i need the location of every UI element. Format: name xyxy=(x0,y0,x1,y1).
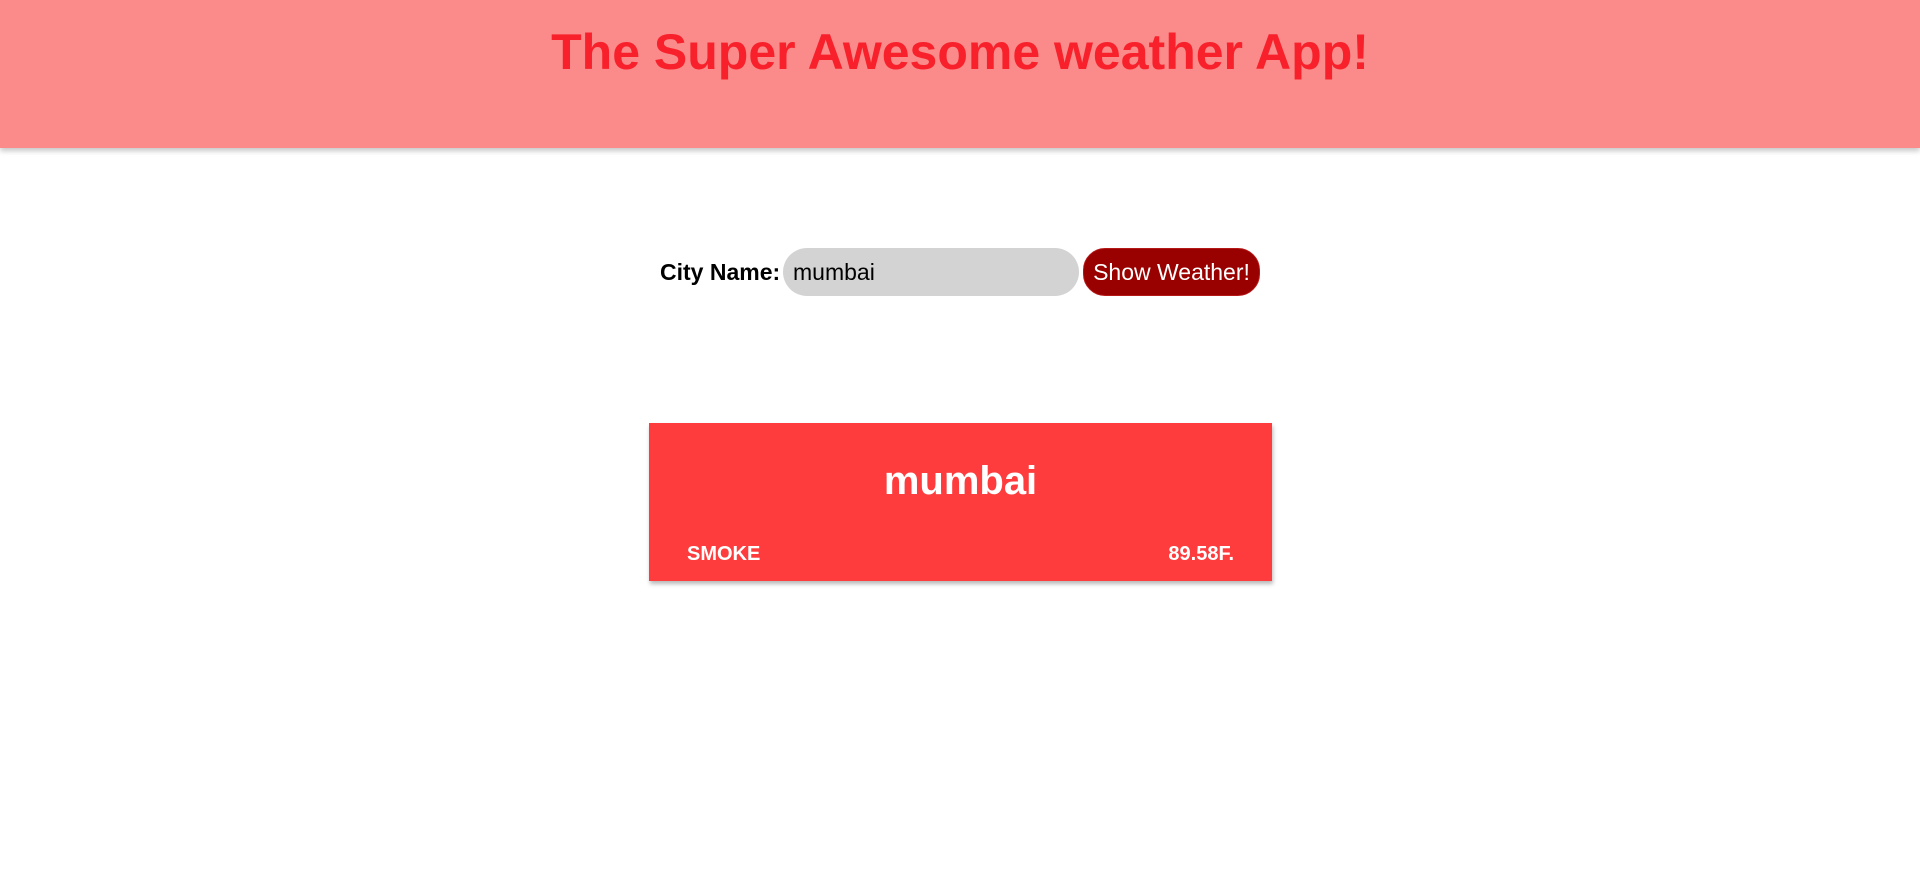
weather-card: mumbai SMOKE 89.58F. xyxy=(649,423,1272,581)
search-form: City Name: Show Weather! xyxy=(0,247,1920,297)
city-name-input[interactable] xyxy=(783,248,1079,296)
weather-city-name: mumbai xyxy=(883,459,1038,503)
weather-condition: SMOKE xyxy=(687,543,761,565)
city-name-label: City Name: xyxy=(660,259,781,285)
app-header: The Super Awesome weather App! xyxy=(0,0,1920,148)
app-title: The Super Awesome weather App! xyxy=(551,24,1369,80)
weather-temperature: 89.58F. xyxy=(1168,543,1234,565)
show-weather-button[interactable]: Show Weather! xyxy=(1083,248,1260,296)
